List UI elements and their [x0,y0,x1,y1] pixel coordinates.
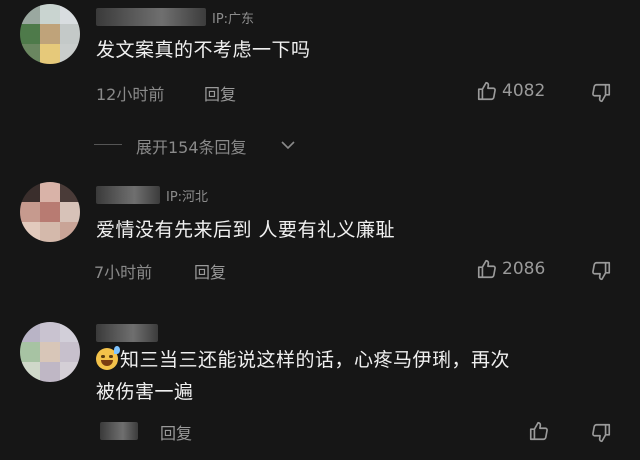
dislike-button[interactable] [590,260,612,282]
comment-time: 7小时前 [94,263,153,282]
comment-item: IP:广东 发文案真的不考虑一下吗 12小时前 回复 4082 [0,0,640,125]
reply-button[interactable]: 回复 [204,81,236,105]
dislike-button[interactable] [590,82,612,104]
ip-location: IP:广东 [212,12,255,27]
comment-text-line1: 知三当三还能说这样的话，心疼马伊琍，再次 [120,349,511,371]
time-blurred [100,422,138,440]
comment-item: 知三当三还能说这样的话，心疼马伊琍，再次 被伤害一遍 回复 [0,316,640,460]
dislike-button[interactable] [590,422,612,444]
comment-text: 知三当三还能说这样的话，心疼马伊琍，再次 被伤害一遍 [96,344,616,408]
thumbs-up-icon [476,258,498,280]
avatar[interactable] [20,322,80,382]
like-count: 2086 [502,259,546,279]
expand-replies-button[interactable]: 展开154条回复 [0,132,640,158]
sweat-smile-emoji-icon [96,346,120,370]
avatar[interactable] [20,182,80,242]
chevron-down-icon [280,136,296,158]
reply-button[interactable]: 回复 [194,259,226,283]
expand-replies-label: 展开154条回复 [136,138,247,157]
thumbs-up-icon [476,80,498,102]
username-blurred[interactable] [96,8,206,26]
username-blurred[interactable] [96,324,158,342]
comment-item: IP:河北 爱情没有先来后到 人要有礼义廉耻 7小时前 回复 2086 [0,176,640,306]
ip-location: IP:河北 [166,190,209,205]
like-count: 4082 [502,81,546,101]
comment-text-line2: 被伤害一遍 [96,381,194,403]
thumbs-down-icon [590,422,612,444]
username-blurred[interactable] [96,186,160,204]
thumbs-up-icon [528,420,550,442]
like-button[interactable]: 4082 [476,80,545,102]
comment-text: 爱情没有先来后到 人要有礼义廉耻 [96,219,396,241]
like-button[interactable] [528,420,550,442]
thumbs-down-icon [590,260,612,282]
avatar[interactable] [20,4,80,64]
like-button[interactable]: 2086 [476,258,545,280]
divider [94,144,122,145]
comment-time: 12小时前 [96,85,165,104]
comment-text: 发文案真的不考虑一下吗 [96,39,311,61]
thumbs-down-icon [590,82,612,104]
reply-button[interactable]: 回复 [160,420,192,444]
